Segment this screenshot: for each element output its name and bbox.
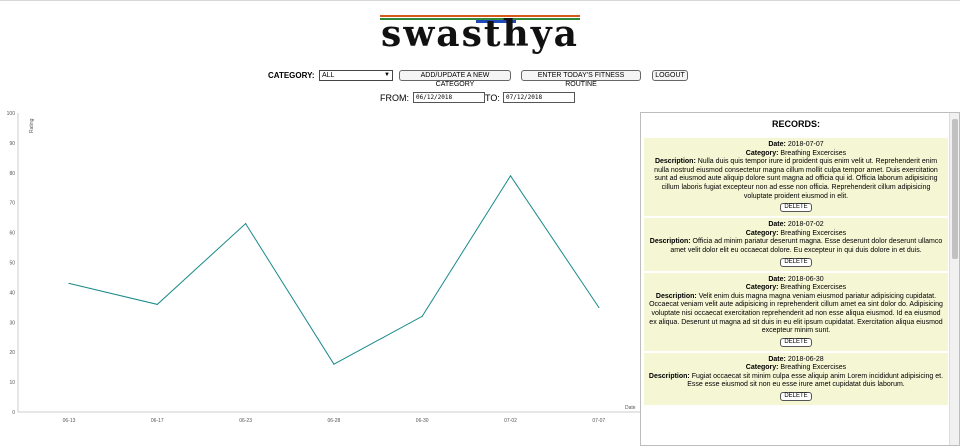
record-category-label: Category: <box>745 229 779 237</box>
records-list: Date: 2018-07-07 Category: Breathing Exce… <box>644 138 948 408</box>
record-category-value: Breathing Excercises <box>778 284 847 292</box>
record-category-value: Breathing Excercises <box>778 149 847 157</box>
record-description: Description: Velit enim duis magna magna… <box>648 293 944 336</box>
data-point <box>421 315 423 317</box>
records-title: RECORDS: <box>771 119 820 129</box>
rating-line-chart: 0102030405060708090100 06-13 06-17 06-23 06… <box>7 111 640 424</box>
record-date-label: Date: <box>768 355 786 363</box>
record-date-label: Date: <box>768 141 786 148</box>
enter-fitness-routine-button[interactable]: ENTER TODAY'S FITNESS ROUTINE <box>521 70 641 88</box>
y-tick-label: 40 <box>9 290 15 296</box>
y-axis: 0 10 20 30 40 50 60 70 80 90 100 <box>7 111 19 416</box>
record-category: Category: Breathing Excercises <box>648 364 944 373</box>
record-category: Category: Breathing Excercises <box>648 230 944 239</box>
records-panel: RECORDS: Date: 2018-07-07 Category: Breat… <box>640 112 960 446</box>
record-item: Date: 2018-07-02 Category: Breathing Exce… <box>644 218 948 273</box>
record-description: Description: Fugiat occaecat sit minim c… <box>648 373 944 390</box>
category-select[interactable]: ALL ▼ <box>319 70 393 81</box>
data-point <box>333 363 335 365</box>
record-description: Description: Nulla duis quis tempor irur… <box>648 158 944 201</box>
x-tick-label: 06-28 <box>328 418 341 424</box>
x-tick-label: 06-23 <box>239 418 252 424</box>
record-date: Date: 2018-06-30 <box>648 276 944 285</box>
y-tick-label: 0 <box>12 410 15 416</box>
y-tick-label: 50 <box>9 261 15 267</box>
logo-text: swasthya <box>381 13 579 55</box>
record-category-value: Breathing Excercises <box>778 229 847 237</box>
record-category-label: Category: <box>745 149 779 157</box>
delete-record-button[interactable]: DELETE <box>780 203 812 213</box>
y-tick-label: 60 <box>9 231 15 237</box>
to-label: TO: <box>485 93 500 103</box>
add-category-button[interactable]: ADD/UPDATE A NEW CATEGORY <box>399 70 511 88</box>
record-item: Date: 2018-06-30 Category: Breathing Exce… <box>644 272 948 353</box>
y-tick-label: 90 <box>9 141 15 147</box>
record-category-value: Breathing Excercises <box>778 364 847 372</box>
x-tick-label: 07-02 <box>504 418 517 424</box>
y-tick-label: 10 <box>9 380 15 386</box>
record-date-label: Date: <box>768 221 786 229</box>
top-border <box>0 0 960 1</box>
delete-record-button[interactable]: DELETE <box>780 337 812 347</box>
record-description-value: Officia ad minim pariatur deserunt magna… <box>670 238 943 254</box>
record-date: Date: 2018-06-28 <box>648 356 944 365</box>
record-description-label: Description: <box>654 158 696 166</box>
logout-button[interactable]: LOGOUT <box>652 70 688 81</box>
data-point <box>156 303 158 305</box>
record-category-label: Category: <box>745 284 779 292</box>
x-tick-label: 06-17 <box>151 418 164 424</box>
chevron-down-icon: ▼ <box>384 72 390 78</box>
delete-record-button[interactable]: DELETE <box>780 392 812 402</box>
from-date-input[interactable]: 06/12/2018 <box>413 92 485 103</box>
y-axis-label: Rating <box>29 118 35 133</box>
y-tick-label: 70 <box>9 201 15 207</box>
rating-series-line <box>68 174 600 365</box>
x-axis: 06-13 06-17 06-23 06-28 06-30 07-02 07-07 <box>18 411 640 424</box>
date-range: FROM: 06/12/2018 TO: 07/12/2018 <box>0 92 960 104</box>
to-date-input[interactable]: 07/12/2018 <box>503 92 575 103</box>
x-tick-label: 06-30 <box>416 418 429 424</box>
x-tick-label: 07-07 <box>592 418 605 424</box>
y-tick-label: 30 <box>9 320 15 326</box>
controls-bar: CATEGORY: ALL ▼ ADD/UPDATE A NEW CATEGOR… <box>0 70 960 88</box>
record-category: Category: Breathing Excercises <box>648 150 944 159</box>
record-description: Description: Officia ad minim pariatur d… <box>648 238 944 255</box>
data-point <box>245 223 247 225</box>
record-date: Date: 2018-07-07 <box>648 141 944 150</box>
category-label: CATEGORY: <box>268 71 315 80</box>
data-point <box>509 175 512 177</box>
y-tick-label: 80 <box>9 171 15 177</box>
record-item: Date: 2018-07-07 Category: Breathing Exce… <box>644 138 948 219</box>
data-point <box>598 306 600 308</box>
record-description-value: Fugiat occaecat sit minim culpa esse ali… <box>687 372 944 389</box>
y-tick-label: 20 <box>9 350 15 356</box>
record-date-value: 2018-07-02 <box>785 221 824 229</box>
records-scrollbar[interactable] <box>949 113 959 445</box>
record-item: Date: 2018-06-28 Category: Breathing Exce… <box>644 352 948 408</box>
record-date-label: Date: <box>768 275 786 283</box>
record-description-label: Description: <box>655 292 697 300</box>
y-tick-label: 100 <box>7 111 16 117</box>
record-category: Category: Breathing Excercises <box>648 284 944 293</box>
record-description-label: Description: <box>649 238 691 246</box>
record-date-value: 2018-06-28 <box>785 355 824 363</box>
record-date-value: 2018-06-30 <box>785 275 824 283</box>
record-description-label: Description: <box>648 372 690 380</box>
data-point <box>68 282 70 285</box>
record-date: Date: 2018-07-02 <box>648 221 944 230</box>
app-logo: swasthya <box>380 12 580 56</box>
record-description-value: Nulla duis quis tempor irure id proident… <box>654 158 938 200</box>
delete-record-button[interactable]: DELETE <box>780 257 812 267</box>
x-axis-label: Date <box>625 405 636 411</box>
from-label: FROM: <box>380 93 409 103</box>
x-tick-label: 06-13 <box>63 418 76 424</box>
category-select-value: ALL <box>322 72 335 79</box>
record-date-value: 2018-07-07 <box>785 141 824 148</box>
record-category-label: Category: <box>745 364 779 372</box>
scrollbar-thumb[interactable] <box>952 119 958 259</box>
